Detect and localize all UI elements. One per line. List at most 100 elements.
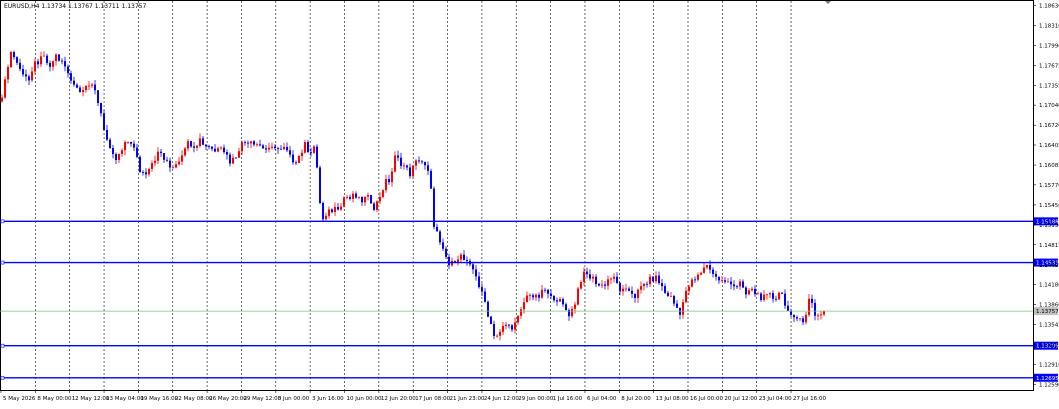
- price-tick-label: 1.15450: [1039, 203, 1059, 209]
- hline-anchor-icon[interactable]: [0, 219, 5, 224]
- candle-body: [160, 151, 162, 154]
- candle-body: [403, 165, 405, 167]
- candle-body: [430, 170, 432, 189]
- candle[interactable]: [370, 194, 372, 204]
- candle-body: [625, 288, 627, 290]
- candle-body: [754, 288, 756, 295]
- candle-body: [559, 299, 561, 302]
- candle-body: [28, 76, 30, 81]
- price-tick-label: 1.12910: [1039, 362, 1059, 368]
- candle-body: [445, 248, 447, 257]
- candle-body: [4, 79, 6, 98]
- candle-body: [274, 146, 276, 149]
- candle-body: [763, 294, 765, 300]
- hline-anchor-icon[interactable]: [0, 260, 5, 265]
- candle-body: [103, 113, 105, 130]
- candle-body: [142, 172, 144, 173]
- candle-body: [148, 168, 150, 175]
- candle[interactable]: [10, 50, 12, 69]
- candle-body: [268, 147, 270, 150]
- candle-body: [745, 287, 747, 295]
- candle-body: [427, 165, 429, 171]
- candle-body: [79, 87, 81, 93]
- candle-body: [781, 292, 783, 294]
- candle-body: [112, 147, 114, 155]
- candle-body: [331, 209, 333, 213]
- candle-body: [454, 260, 456, 262]
- candle-body: [808, 298, 810, 315]
- candle-body: [295, 162, 297, 164]
- candle-body: [523, 302, 525, 310]
- candle-body: [136, 147, 138, 157]
- candle-body: [250, 141, 252, 144]
- candle-body: [613, 276, 615, 279]
- candle-body: [532, 295, 534, 298]
- candle[interactable]: [316, 144, 318, 169]
- candle-body: [646, 283, 648, 285]
- candle-body: [337, 206, 339, 210]
- candle-body: [571, 308, 573, 317]
- candle-body: [658, 275, 660, 284]
- candle[interactable]: [490, 315, 492, 325]
- candle-body: [223, 147, 225, 153]
- candle[interactable]: [58, 54, 60, 62]
- candle-body: [511, 325, 513, 330]
- candle[interactable]: [433, 186, 435, 230]
- candle-body: [145, 172, 147, 175]
- price-chart[interactable]: 1.15188 1.14531 1.13206 1.12695 1.13757 1.18…: [0, 0, 1059, 405]
- symbol-header: EURUSD,H4 1.13734 1.13767 1.13711 1.1375…: [4, 3, 146, 10]
- candle-body: [247, 142, 249, 144]
- candle-body: [685, 290, 687, 303]
- time-tick-label: 3 Jun 16:00: [312, 396, 344, 402]
- candle-body: [151, 163, 153, 169]
- candle-body: [397, 155, 399, 158]
- candle[interactable]: [319, 165, 321, 205]
- candle-body: [493, 324, 495, 336]
- candle-body: [382, 190, 384, 197]
- candle-body: [553, 295, 555, 301]
- chart-canvas[interactable]: 1.151881.145311.132061.126951.13757 1.18…: [0, 0, 1059, 405]
- candle-body: [733, 284, 735, 287]
- candle[interactable]: [652, 276, 654, 282]
- hline-anchor-icon[interactable]: [0, 343, 5, 348]
- candle-body: [463, 254, 465, 260]
- candle-body: [784, 293, 786, 306]
- time-tick-label: 5 May 2026: [3, 396, 36, 402]
- candle-body: [406, 165, 408, 168]
- candle-body: [139, 156, 141, 173]
- candle-body: [424, 162, 426, 166]
- candle-body: [328, 209, 330, 216]
- candle-body: [37, 61, 39, 65]
- candle-body: [58, 54, 60, 61]
- candle-body: [475, 269, 477, 277]
- candle-body: [391, 171, 393, 183]
- candle-body: [229, 154, 231, 164]
- candle-body: [367, 195, 369, 197]
- candle-body: [766, 294, 768, 296]
- candle-body: [622, 288, 624, 292]
- candle-body: [712, 269, 714, 274]
- candle-body: [637, 289, 639, 299]
- time-tick-label: 29 Jun 00:00: [518, 396, 553, 402]
- time-tick-label: 17 Jun 08:00: [415, 396, 450, 402]
- hline-anchor-icon[interactable]: [0, 375, 5, 380]
- price-tick-label: 1.16720: [1039, 123, 1059, 129]
- candle[interactable]: [430, 168, 432, 189]
- candle-body: [325, 215, 327, 220]
- candle[interactable]: [487, 300, 489, 318]
- candle-body: [316, 146, 318, 168]
- candle-body: [448, 256, 450, 266]
- candle-body: [601, 284, 603, 286]
- candle[interactable]: [343, 196, 345, 208]
- candle-body: [472, 264, 474, 270]
- candle-body: [541, 289, 543, 298]
- candle[interactable]: [577, 286, 579, 306]
- candle[interactable]: [139, 155, 141, 173]
- candle-body: [340, 206, 342, 210]
- candle-body: [154, 160, 156, 164]
- candle-body: [742, 281, 744, 288]
- candle-body: [574, 304, 576, 309]
- candle[interactable]: [322, 201, 324, 222]
- candle[interactable]: [4, 76, 6, 99]
- candle-body: [673, 295, 675, 304]
